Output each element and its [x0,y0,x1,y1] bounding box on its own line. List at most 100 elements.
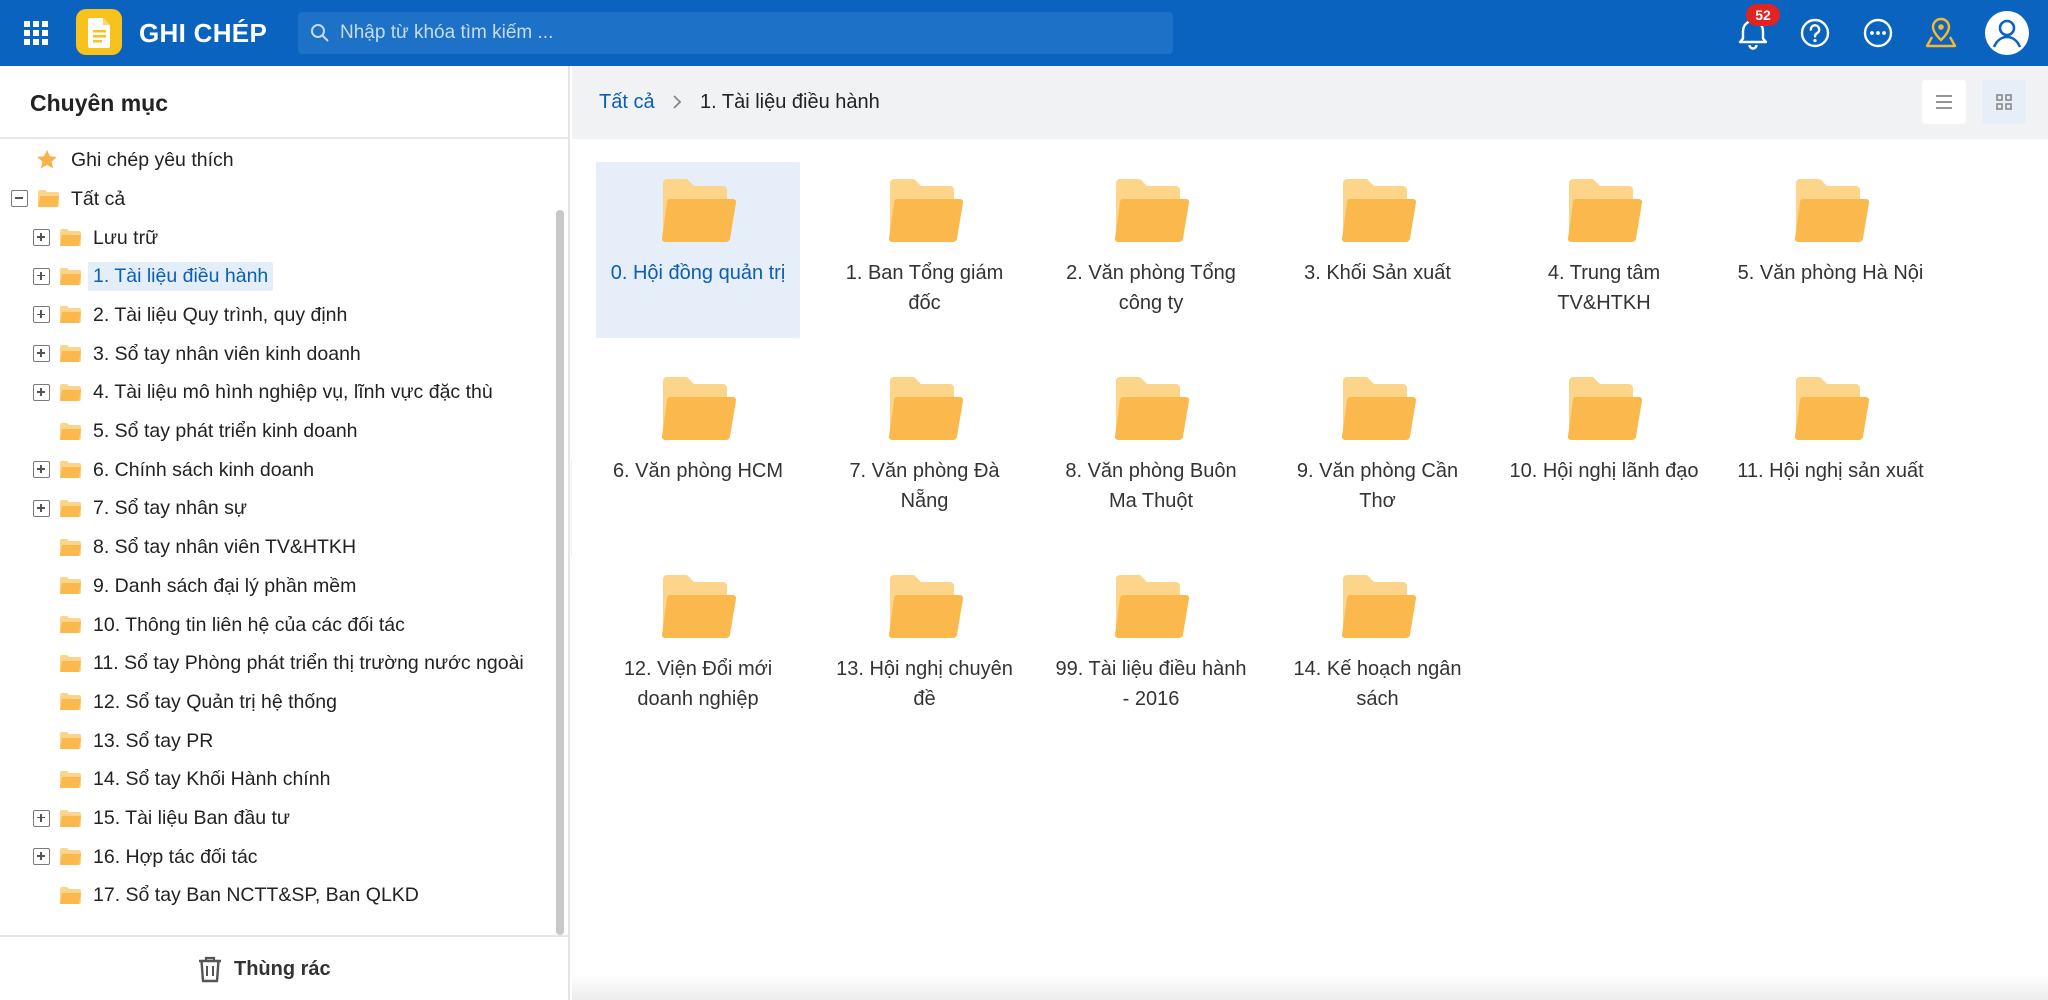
help-button[interactable] [1795,13,1835,53]
sidebar-item-label: 8. Sổ tay nhân viên TV&HTKH [93,536,357,559]
sidebar-item[interactable]: 6. Chính sách kinh doanh [0,453,319,487]
folder-icon [60,848,81,866]
expand-icon[interactable] [33,306,50,324]
tree-item-label: Tất cả [71,187,126,210]
trash-label: Thùng rác [234,957,331,980]
user-avatar[interactable] [1984,10,2030,56]
sidebar-item[interactable]: 7. Sổ tay nhân sự [0,492,252,526]
folder-tile[interactable]: 8. Văn phòng Buôn Ma Thuột [1049,360,1253,536]
trash-icon [199,956,221,983]
sidebar-item[interactable]: 1. Tài liệu điều hành [0,260,274,294]
folder-icon [38,190,59,207]
folder-tile[interactable]: 5. Văn phòng Hà Nội [1729,162,1933,338]
more-icon [1863,18,1893,48]
expand-icon[interactable] [33,267,50,285]
top-bar: GHI CHÉP 52 [0,0,2048,66]
folder-tile[interactable]: 99. Tài liệu điều hành - 2016 [1049,558,1253,734]
folder-icon [1341,377,1416,441]
folder-tile[interactable]: 6. Văn phòng HCM [596,360,800,536]
sidebar-item[interactable]: 13. Sổ tay PR [0,724,218,758]
more-button[interactable] [1858,13,1898,53]
folder-icon [60,229,81,246]
folder-icon [60,383,81,401]
folder-icon [1567,179,1643,243]
expand-icon[interactable] [33,383,50,401]
folder-icon [60,732,81,750]
search-input[interactable] [340,12,1160,54]
trash-button[interactable]: Thùng rác [196,951,331,987]
expand-icon[interactable] [33,229,50,246]
folder-label: 11. Hội nghị sản xuất [1737,460,1924,482]
folder-icon [60,306,81,324]
sidebar-item[interactable]: 14. Sổ tay Khối Hành chính [0,763,335,797]
search-box[interactable] [298,12,1173,54]
list-view-button[interactable] [1922,80,1966,124]
sidebar-item[interactable]: 10. Thông tin liên hệ của các đối tác [0,608,410,642]
sidebar-item[interactable]: 2. Tài liệu Quy trình, quy định [0,298,352,332]
bottom-shade [572,975,2048,1000]
sidebar-item[interactable]: 15. Tài liệu Ban đầu tư [0,802,295,836]
sidebar-item[interactable]: 12. Sổ tay Quản trị hệ thống [0,685,342,719]
folder-tile[interactable]: 10. Hội nghị lãnh đạo [1502,360,1706,536]
sidebar-item[interactable]: 11. Sổ tay Phòng phát triển thị trường n… [0,647,529,681]
expand-icon[interactable] [33,499,50,517]
folder-grid: 0. Hội đồng quản trị 1. Ban Tổng giám đốc… [572,139,2048,1000]
folder-tile[interactable]: 1. Ban Tổng giám đốc [823,162,1027,338]
expand-icon[interactable] [33,848,50,866]
sidebar-item[interactable]: 16. Hợp tác đối tác [0,840,263,874]
folder-icon [1794,377,1869,441]
folder-label: 10. Hội nghị lãnh đạo [1509,460,1699,482]
folder-icon [60,770,81,788]
folder-icon [1567,377,1643,441]
sidebar-item[interactable]: 17. Sổ tay Ban NCTT&SP, Ban QLKD [0,879,424,913]
expand-icon[interactable] [33,809,50,827]
folder-icon [661,179,737,243]
location-button[interactable] [1921,13,1961,53]
sidebar-scrollbar[interactable] [556,210,564,935]
notification-badge: 52 [1746,4,1780,26]
folder-icon [1114,575,1190,639]
folder-tile[interactable]: 9. Văn phòng Cần Thơ [1276,360,1480,536]
breadcrumb-current: 1. Tài liệu điều hành [700,91,880,113]
tree-item-favorites[interactable]: Ghi chép yêu thích [0,143,239,177]
sidebar-item[interactable]: 5. Sổ tay phát triển kinh doanh [0,415,363,449]
sidebar-item[interactable]: 9. Danh sách đại lý phần mềm [0,569,361,603]
folder-tile[interactable]: 0. Hội đồng quản trị [596,162,800,338]
search-icon [311,24,329,42]
sidebar-item[interactable]: Lưu trữ [0,221,163,255]
category-tree: Ghi chép yêu thích Tất cả Lưu trữ 1. Tài … [0,140,552,1000]
sidebar-item[interactable]: 8. Sổ tay nhân viên TV&HTKH [0,531,361,565]
folder-tile[interactable]: 2. Văn phòng Tổng công ty [1049,162,1253,338]
folder-icon [60,886,81,904]
folder-icon [1341,575,1416,639]
grid-view-button[interactable] [1982,80,2026,124]
sidebar-item-label: 7. Sổ tay nhân sự [93,497,247,520]
folder-label: 9. Văn phòng Cần Thơ [1296,460,1459,512]
folder-tile[interactable]: 7. Văn phòng Đà Nẵng [823,360,1027,536]
folder-icon [1114,179,1190,243]
folder-icon [661,377,737,441]
folder-icon [1114,377,1190,441]
app-logo[interactable] [76,9,122,55]
folder-tile[interactable]: 14. Kế hoạch ngân sách [1276,558,1480,734]
sidebar-item[interactable]: 3. Sổ tay nhân viên kinh doanh [0,337,366,371]
sidebar-footer: Thùng rác [0,935,568,1000]
expand-icon[interactable] [33,461,50,479]
folder-label: 0. Hội đồng quản trị [610,262,786,284]
folder-tile[interactable]: 12. Viện Đổi mới doanh nghiệp [596,558,800,734]
folder-icon [60,616,81,633]
folder-tile[interactable]: 3. Khối Sản xuất [1276,162,1480,338]
location-icon [1925,17,1957,48]
folder-icon [661,575,737,639]
tree-item-root[interactable]: Tất cả [0,182,130,216]
folder-tile[interactable]: 11. Hội nghị sản xuất [1729,360,1933,536]
sidebar-item[interactable]: 4. Tài liệu mô hình nghiệp vụ, lĩnh vực … [0,376,498,410]
folder-tile[interactable]: 4. Trung tâm TV&HTKH [1502,162,1706,338]
folder-tile[interactable]: 13. Hội nghị chuyên đề [823,558,1027,734]
apps-grid-icon[interactable] [23,20,49,46]
collapse-icon[interactable] [11,190,28,207]
sidebar-item-label: 15. Tài liệu Ban đầu tư [93,807,290,829]
breadcrumb-root-link[interactable]: Tất cả [599,91,655,114]
folder-icon [1794,179,1869,243]
expand-icon[interactable] [33,345,50,363]
